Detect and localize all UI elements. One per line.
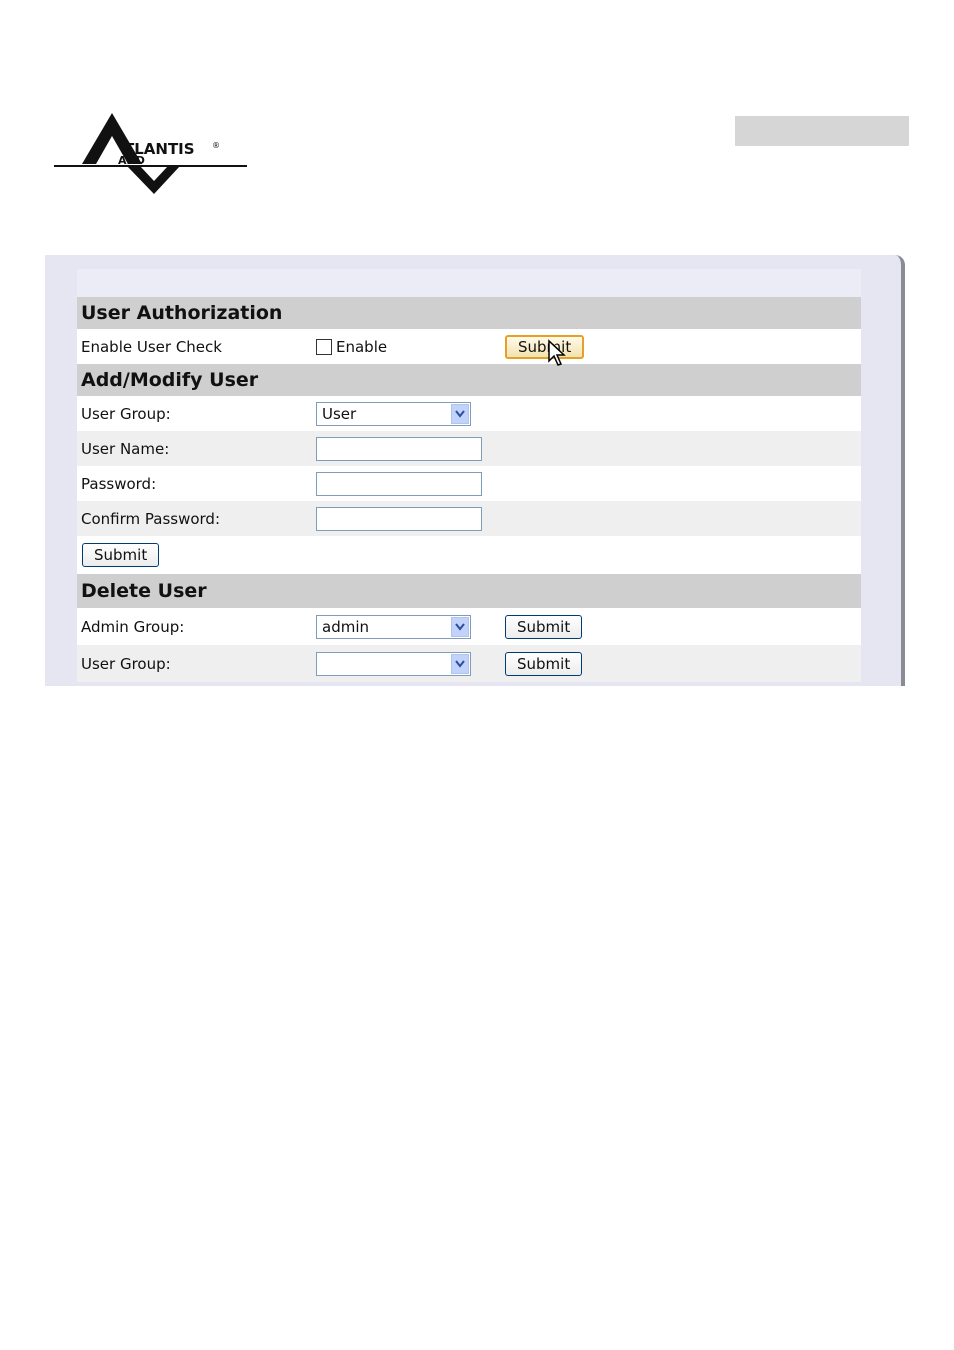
admin-group-row: Admin Group: admin Submit xyxy=(77,608,861,645)
mouse-cursor-icon xyxy=(547,339,567,369)
password-label: Password: xyxy=(81,474,157,493)
delete-admin-submit-button[interactable]: Submit xyxy=(505,614,583,639)
section-title: Delete User xyxy=(81,580,207,602)
delete-user-submit-button[interactable]: Submit xyxy=(505,651,583,676)
password-row: Password: xyxy=(77,466,861,501)
confirm-password-label: Confirm Password: xyxy=(81,509,221,528)
section-title: User Authorization xyxy=(81,302,283,324)
delete-user-group-row: User Group: Submit xyxy=(77,645,861,682)
section-delete-user: Delete User xyxy=(77,574,861,608)
add-user-submit-row: Submit xyxy=(77,536,861,574)
delete-user-group-select[interactable] xyxy=(316,651,471,676)
admin-group-label: Admin Group: xyxy=(81,617,185,636)
user-settings-form: User Authorization Enable User Check Ena… xyxy=(77,297,861,682)
user-name-row: User Name: xyxy=(77,431,861,466)
admin-group-select[interactable]: admin xyxy=(316,614,471,639)
admin-group-select-value: admin xyxy=(322,617,369,636)
user-group-row: User Group: User xyxy=(77,396,861,431)
user-group-select[interactable]: User xyxy=(316,401,471,426)
user-group-select-value: User xyxy=(322,404,357,423)
section-user-authorization: User Authorization xyxy=(77,297,861,329)
enable-checkbox-wrap[interactable]: Enable xyxy=(316,338,387,356)
enable-user-check-row: Enable User Check Enable Submit xyxy=(77,329,861,364)
enable-checkbox[interactable] xyxy=(316,338,332,355)
enable-submit-button[interactable]: Submit xyxy=(505,334,585,359)
user-group-label: User Group: xyxy=(81,404,171,423)
section-title: Add/Modify User xyxy=(81,369,259,391)
confirm-password-input[interactable] xyxy=(316,506,482,531)
svg-text:AND: AND xyxy=(118,154,145,167)
settings-panel: User Authorization Enable User Check Ena… xyxy=(45,255,905,686)
enable-user-check-label: Enable User Check xyxy=(81,337,222,356)
chevron-down-icon[interactable] xyxy=(451,403,469,424)
header-gray-bar xyxy=(735,116,909,146)
user-name-label: User Name: xyxy=(81,439,170,458)
user-name-input[interactable] xyxy=(316,436,482,461)
password-input[interactable] xyxy=(316,471,482,496)
atlantis-land-logo: TLANTIS AND ® xyxy=(52,108,252,200)
enable-checkbox-label[interactable]: Enable xyxy=(336,338,387,356)
svg-text:®: ® xyxy=(212,141,220,150)
confirm-password-row: Confirm Password: xyxy=(77,501,861,536)
chevron-down-icon[interactable] xyxy=(451,616,469,637)
section-add-modify-user: Add/Modify User xyxy=(77,364,861,396)
chevron-down-icon[interactable] xyxy=(451,653,469,674)
add-user-submit-button[interactable]: Submit xyxy=(82,543,160,567)
delete-user-group-label: User Group: xyxy=(81,654,171,673)
